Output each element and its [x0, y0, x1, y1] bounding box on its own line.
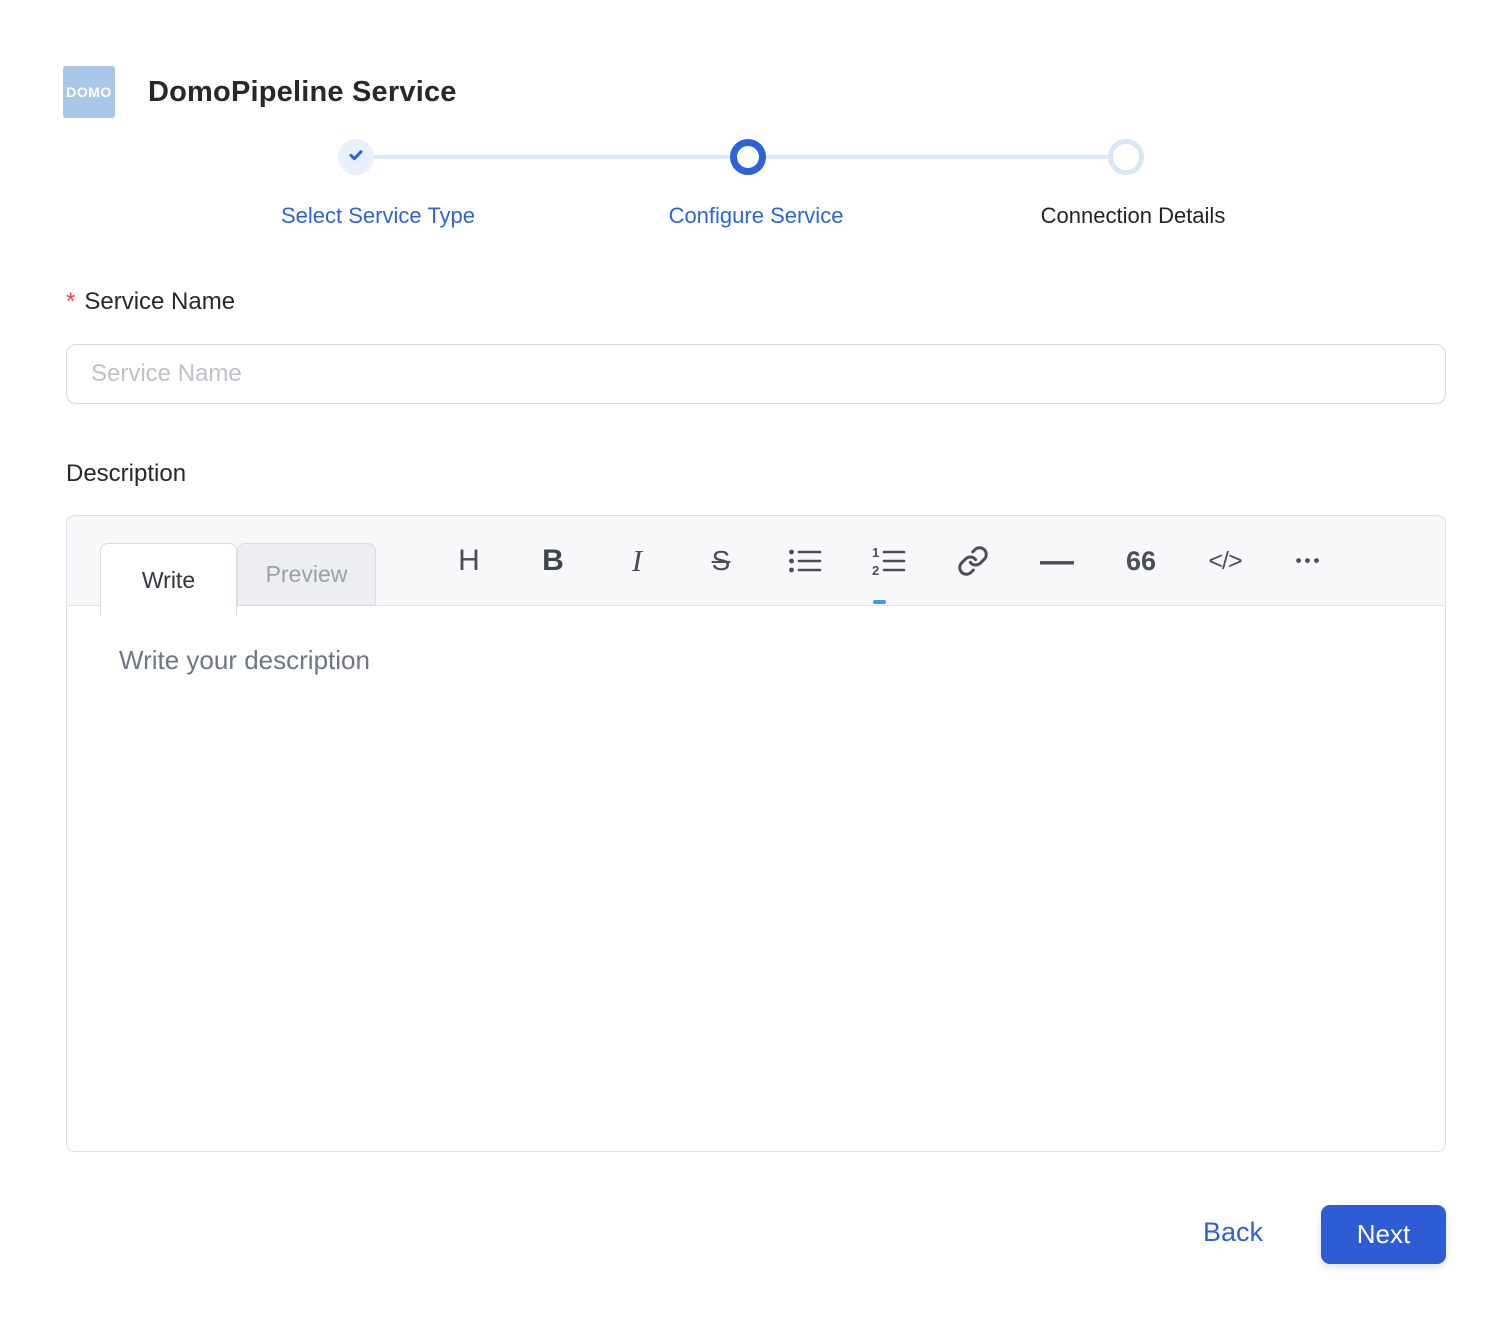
tab-preview[interactable]: Preview — [237, 543, 376, 606]
italic-icon[interactable]: I — [617, 543, 657, 579]
unordered-list-icon[interactable] — [785, 546, 825, 576]
required-asterisk: * — [66, 288, 76, 315]
description-label: Description — [66, 460, 186, 488]
step-2-label[interactable]: Configure Service — [669, 203, 844, 229]
service-name-label: * Service Name — [66, 288, 235, 316]
tab-write-label: Write — [141, 566, 196, 593]
svg-text:1: 1 — [872, 546, 879, 560]
bold-icon[interactable]: B — [533, 544, 573, 578]
more-icon[interactable]: ••• — [1289, 551, 1329, 571]
wizard-stepper: Select Service Type Configure Service Co… — [0, 0, 1506, 240]
quote-icon[interactable]: 66 — [1121, 546, 1161, 577]
step-3-pending-circle[interactable] — [1108, 139, 1144, 175]
stepper-connector-1 — [372, 155, 732, 159]
markdown-editor: Write Preview H B I S 1 2 — 66 </> ••• W… — [66, 515, 1446, 1152]
tab-write[interactable]: Write — [100, 543, 237, 616]
heading-icon[interactable]: H — [449, 544, 489, 578]
link-icon[interactable] — [953, 545, 993, 577]
step-3-label[interactable]: Connection Details — [1041, 203, 1226, 229]
service-name-label-text: Service Name — [84, 288, 236, 315]
horizontal-rule-icon[interactable]: — — [1037, 542, 1077, 581]
svg-text:2: 2 — [872, 563, 879, 576]
step-2-active-circle[interactable] — [730, 139, 766, 175]
formatting-toolbar: H B I S 1 2 — 66 </> ••• — [449, 516, 1329, 606]
stepper-connector-2 — [764, 155, 1110, 159]
service-name-input[interactable] — [66, 344, 1446, 404]
tab-preview-label: Preview — [265, 561, 348, 587]
next-button[interactable]: Next — [1321, 1205, 1446, 1264]
ordered-list-active-indicator — [873, 600, 886, 604]
back-button[interactable]: Back — [1203, 1217, 1263, 1248]
code-icon[interactable]: </> — [1205, 547, 1245, 576]
step-1-completed-circle[interactable] — [338, 139, 374, 175]
step-1-label[interactable]: Select Service Type — [281, 203, 475, 229]
description-label-text: Description — [66, 460, 187, 487]
checkmark-icon — [346, 145, 366, 170]
description-textarea[interactable] — [67, 607, 1445, 1152]
strikethrough-icon[interactable]: S — [701, 545, 741, 577]
editor-toolbar-header: Write Preview H B I S 1 2 — 66 </> ••• — [67, 516, 1445, 616]
ordered-list-icon[interactable]: 1 2 — [869, 546, 909, 576]
